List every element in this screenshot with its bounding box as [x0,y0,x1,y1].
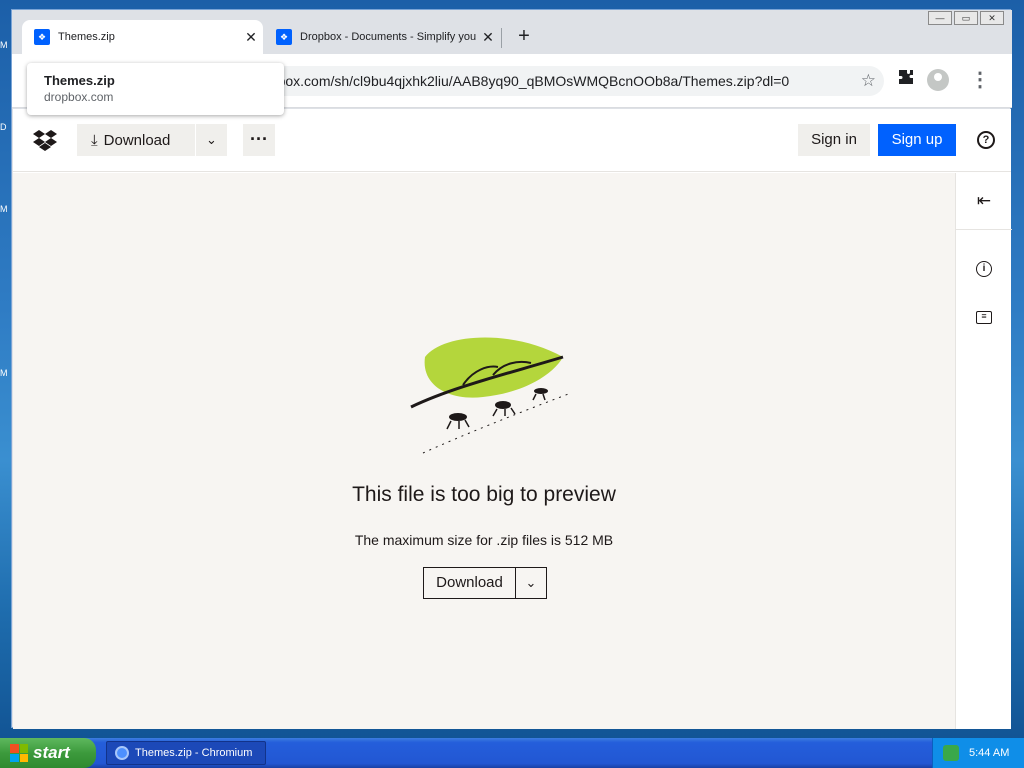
ants-carrying-leaf-illustration [403,335,573,465]
desktop-icon-label-fragment: M [0,368,8,378]
preview-area: This file is too big to preview The maxi… [13,173,955,729]
profile-avatar-icon[interactable] [926,68,950,92]
extensions-puzzle-icon[interactable] [894,68,918,92]
dropbox-header: ⤓ Download ⌄ ··· Sign in Sign up ? [13,109,1011,172]
sign-up-button[interactable]: Sign up [878,124,956,156]
desktop-icon-label-fragment: M [0,204,8,214]
preview-download-button[interactable]: Download [424,568,516,598]
comment-icon[interactable]: ≡ [972,303,996,327]
tab-close-icon[interactable]: ✕ [476,29,500,46]
dropbox-favicon-icon: ❖ [276,29,292,45]
tab-themes-zip[interactable]: ❖ Themes.zip ✕ [22,20,263,54]
info-icon[interactable]: i [972,255,996,279]
hover-card-title: Themes.zip [44,73,115,88]
hover-card-host: dropbox.com [44,90,114,104]
tab-strip: ❖ Themes.zip ✕ ❖ Dropbox - Documents - S… [12,10,1012,54]
help-icon[interactable]: ? [977,131,995,149]
dropbox-favicon-icon: ❖ [34,29,50,45]
download-arrow-icon: ⤓ [91,131,98,149]
address-bar[interactable]: opbox.com/sh/cl9bu4qjxhk2liu/AAB8yq90_qB… [222,66,884,96]
browser-menu-icon[interactable]: ⋮ [968,68,992,92]
dropbox-logo-icon[interactable] [33,129,57,151]
chromium-icon [115,746,129,760]
taskbar: start Themes.zip - Chromium 5:44 AM [0,738,1024,768]
new-tab-icon[interactable]: + [512,24,536,48]
start-label: start [33,743,70,762]
download-options-chevron-icon[interactable]: ⌄ [196,124,227,156]
window-controls: — ▭ ✕ [928,11,1004,25]
tray-network-icon[interactable] [943,745,959,761]
tab-close-icon[interactable]: ✕ [239,29,263,46]
start-button[interactable]: start [0,738,96,768]
tab-hover-card: Themes.zip dropbox.com [27,63,284,115]
tab-dropbox-documents[interactable]: ❖ Dropbox - Documents - Simplify your ✕ [264,20,500,54]
sign-in-button[interactable]: Sign in [798,124,870,156]
address-bar-url: opbox.com/sh/cl9bu4qjxhk2liu/AAB8yq90_qB… [262,73,790,89]
desktop-icon-label-fragment: D [0,122,7,132]
bookmark-star-icon[interactable]: ☆ [861,66,876,96]
taskbar-item-label: Themes.zip - Chromium [135,747,253,759]
tab-title: Dropbox - Documents - Simplify your [300,31,476,43]
dropbox-page: ⤓ Download ⌄ ··· Sign in Sign up ? This … [13,109,1012,729]
side-panel: ⇤ i ≡ [955,173,1012,729]
tab-title: Themes.zip [58,31,115,43]
side-panel-divider [956,229,1012,230]
preview-download-chevron-icon[interactable]: ⌄ [516,568,546,598]
preview-download-button-group: Download ⌄ [423,567,547,599]
system-tray: 5:44 AM [932,738,1024,768]
taskbar-item-chromium[interactable]: Themes.zip - Chromium [106,741,266,765]
preview-error-title: This file is too big to preview [352,483,616,506]
more-options-icon[interactable]: ··· [243,124,275,156]
tray-clock: 5:44 AM [969,747,1010,759]
tab-separator [501,28,502,48]
download-button-label: Download [103,131,171,149]
windows-flag-icon [10,744,28,762]
preview-error-subtitle: The maximum size for .zip files is 512 M… [354,532,614,548]
download-button[interactable]: ⤓ Download [77,124,195,156]
minimize-icon[interactable]: — [928,11,952,25]
collapse-panel-icon[interactable]: ⇤ [972,189,996,213]
browser-window: ❖ Themes.zip ✕ ❖ Dropbox - Documents - S… [11,9,1012,729]
close-window-icon[interactable]: ✕ [980,11,1004,25]
maximize-icon[interactable]: ▭ [954,11,978,25]
desktop-icon-label-fragment: M [0,40,8,50]
